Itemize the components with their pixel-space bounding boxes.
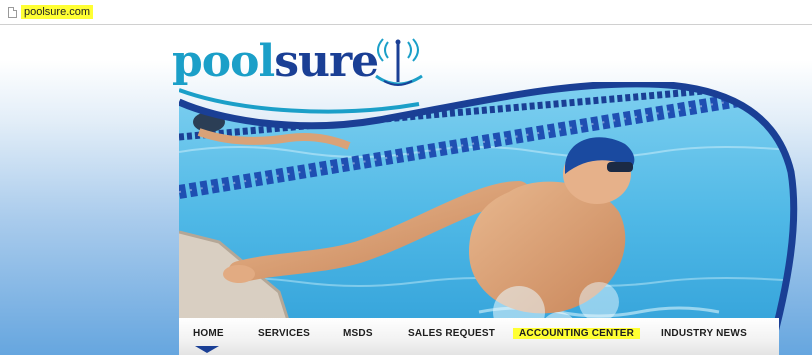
url-text[interactable]: poolsure.com [21,5,94,19]
hero-banner [179,82,807,355]
active-nav-indicator [195,346,219,353]
nav-item-industry-news[interactable]: INDUSTRY NEWS [661,328,747,339]
nav-item-msds[interactable]: MSDS [343,328,373,339]
main-nav: HOME SERVICES MSDS SALES REQUEST ACCOUNT… [179,318,779,355]
nav-item-sales-request[interactable]: SALES REQUEST [408,328,495,339]
address-field[interactable]: poolsure.com [8,5,94,19]
nav-item-accounting-center[interactable]: ACCOUNTING CENTER [513,328,641,339]
browser-address-bar: poolsure.com [0,0,812,25]
page-icon [8,6,17,18]
hero-swimmer-image [179,82,798,355]
nav-item-home[interactable]: HOME [193,328,224,339]
nav-item-services[interactable]: SERVICES [258,328,310,339]
